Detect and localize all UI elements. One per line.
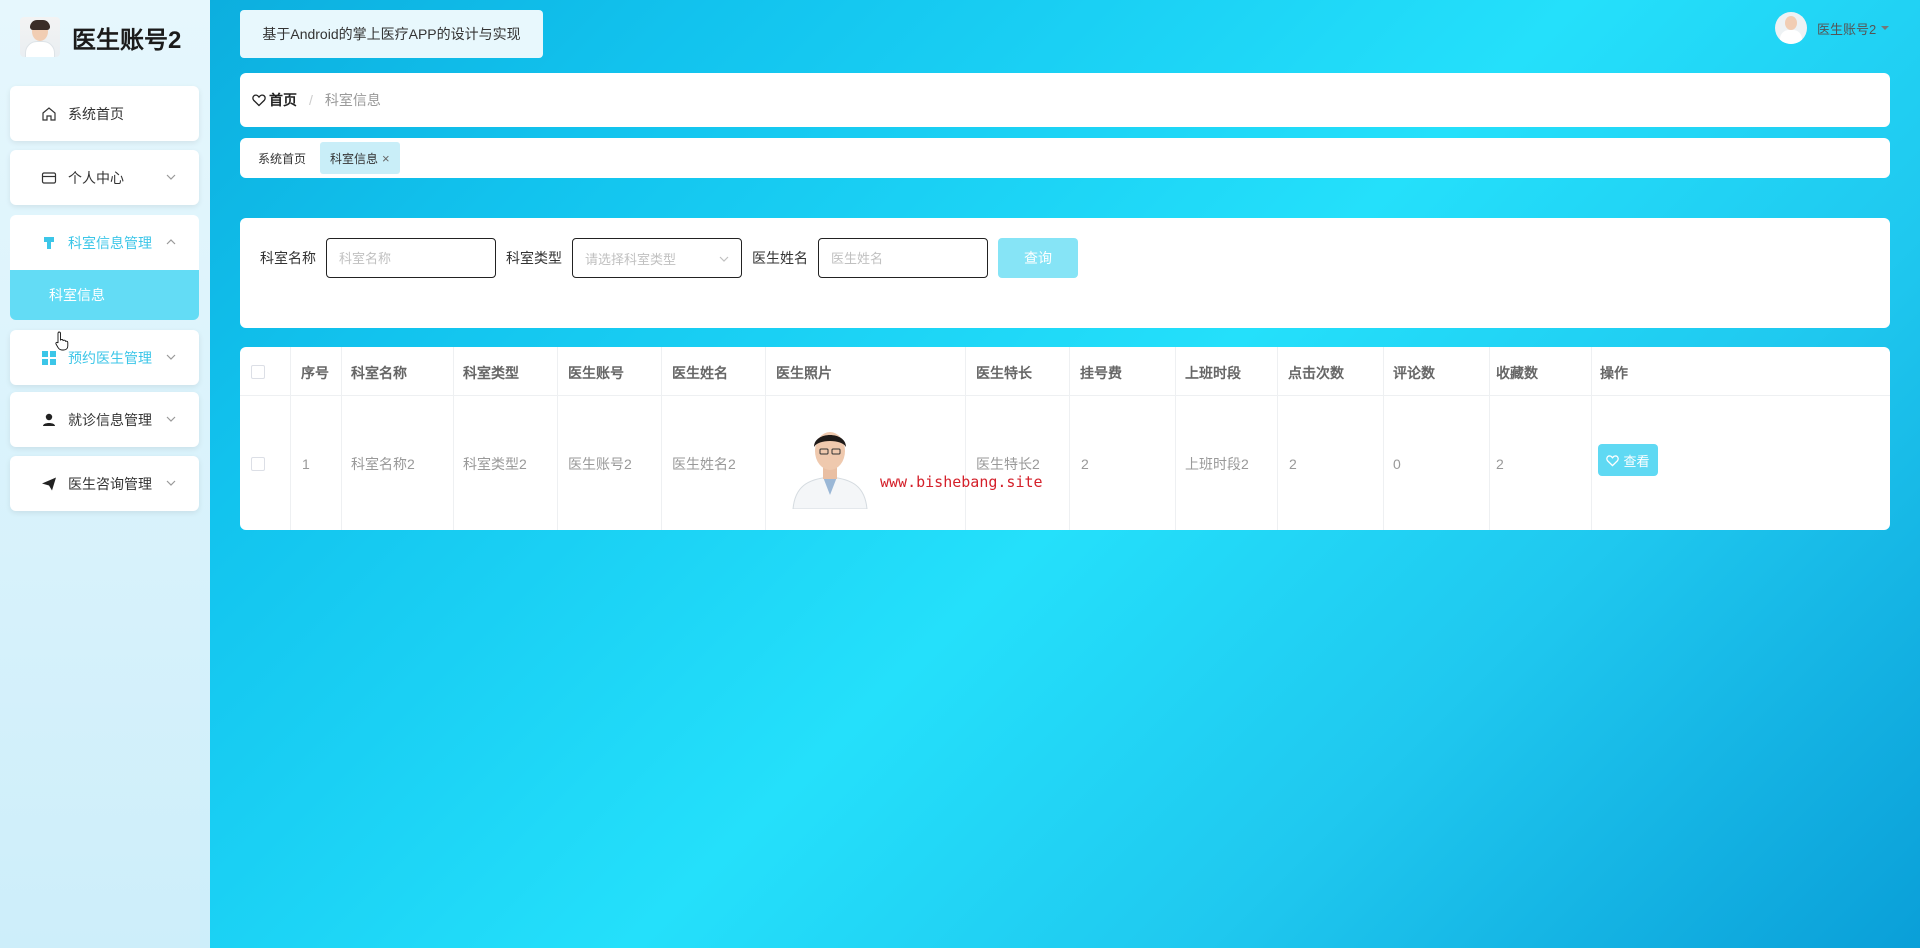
column-header: 序号 — [301, 365, 329, 381]
dept-name-label: 科室名称 — [260, 250, 316, 266]
brand: 医生账号2 — [20, 16, 181, 58]
column-header: 医生账号 — [568, 365, 624, 381]
heart-icon — [1606, 454, 1620, 467]
tabs-bar: 系统首页 科室信息 × — [240, 138, 1890, 178]
sidebar-item-profile[interactable]: 个人中心 — [10, 150, 199, 205]
chevron-down-icon — [166, 480, 176, 486]
user-name: 医生账号2 — [1817, 21, 1877, 37]
sidebar-item-home[interactable]: 系统首页 — [10, 86, 199, 141]
sidebar-item-label: 科室信息管理 — [68, 234, 152, 251]
column-header: 评论数 — [1393, 365, 1435, 381]
send-icon — [40, 475, 58, 493]
breadcrumb-current: 科室信息 — [324, 92, 381, 108]
tab-label: 系统首页 — [258, 151, 307, 166]
query-button[interactable]: 查询 — [998, 238, 1078, 278]
home-icon — [40, 105, 58, 123]
photo-watermark: www.bishebang.site — [880, 473, 1043, 491]
brand-avatar — [20, 17, 60, 57]
brand-title: 医生账号2 — [72, 26, 182, 54]
hospital-icon — [40, 234, 58, 252]
column-header: 操作 — [1600, 365, 1628, 381]
grid-icon — [40, 349, 58, 367]
hand-cursor-icon — [55, 331, 69, 351]
column-header: 点击次数 — [1288, 365, 1344, 381]
chevron-down-icon — [166, 174, 176, 180]
card-icon — [40, 169, 58, 187]
column-header: 医生照片 — [776, 365, 832, 381]
breadcrumb-home[interactable]: 首页 — [252, 90, 297, 110]
chevron-down-icon — [166, 354, 176, 360]
breadcrumb-home-label: 首页 — [269, 92, 297, 108]
doctor-name-input[interactable] — [818, 238, 988, 278]
sidebar-item-consult[interactable]: 医生咨询管理 — [10, 456, 199, 511]
row-checkbox[interactable] — [251, 457, 265, 471]
sidebar-subitem-dept-info[interactable]: 科室信息 — [10, 270, 199, 320]
cell-fee: 2 — [1081, 456, 1089, 472]
user-avatar — [1775, 12, 1807, 44]
cell-shift: 上班时段2 — [1185, 456, 1249, 472]
user-icon — [40, 411, 58, 429]
close-icon[interactable]: × — [382, 151, 390, 166]
cell-doctor-name: 医生姓名2 — [672, 456, 736, 472]
cell-dept-name: 科室名称2 — [351, 456, 415, 472]
dept-type-select[interactable]: 请选择科室类型 — [572, 238, 742, 278]
sidebar-item-label: 医生咨询管理 — [68, 475, 152, 492]
dept-name-input[interactable] — [326, 238, 496, 278]
chevron-down-icon — [166, 416, 176, 422]
dept-type-placeholder: 请选择科室类型 — [585, 251, 677, 267]
sidebar-item-appointment[interactable]: 预约医生管理 — [10, 330, 199, 385]
heart-icon — [252, 94, 266, 107]
sidebar-item-label: 预约医生管理 — [68, 349, 152, 366]
doctor-photo — [785, 417, 875, 509]
sidebar-item-label: 就诊信息管理 — [68, 411, 152, 428]
select-all-checkbox[interactable] — [251, 365, 265, 379]
search-panel: 科室名称 科室类型 请选择科室类型 医生姓名 查询 — [240, 218, 1890, 328]
view-button-label: 查看 — [1623, 453, 1650, 469]
cell-specialty: 医生特长2 — [976, 456, 1040, 472]
chevron-down-icon — [719, 256, 729, 262]
cell-dept-type: 科室类型2 — [463, 456, 527, 472]
app-title: 基于Android的掌上医疗APP的设计与实现 — [240, 10, 543, 58]
column-header: 医生姓名 — [672, 365, 728, 381]
column-header: 挂号费 — [1080, 365, 1122, 381]
breadcrumb: 首页 / 科室信息 — [240, 73, 1890, 127]
column-header: 上班时段 — [1185, 365, 1241, 381]
sidebar-item-label: 个人中心 — [68, 169, 124, 186]
data-table: 序号 科室名称 科室类型 医生账号 医生姓名 医生照片 医生特长 挂号费 上班时… — [240, 347, 1890, 530]
cell-clicks: 2 — [1289, 456, 1297, 472]
cell-doctor-account: 医生账号2 — [568, 456, 632, 472]
chevron-up-icon — [166, 239, 176, 245]
sidebar-item-dept-mgmt[interactable]: 科室信息管理 — [10, 215, 199, 270]
caret-down-icon — [1881, 26, 1890, 30]
column-header: 医生特长 — [976, 365, 1032, 381]
cell-index: 1 — [302, 456, 310, 472]
sidebar-item-visit[interactable]: 就诊信息管理 — [10, 392, 199, 447]
column-header: 科室类型 — [463, 365, 519, 381]
header-divider — [240, 395, 1890, 396]
breadcrumb-separator: / — [309, 92, 313, 108]
tab-label: 科室信息 — [330, 151, 379, 166]
cell-comments: 0 — [1393, 456, 1401, 472]
column-header: 收藏数 — [1496, 365, 1538, 381]
tab-dept-info[interactable]: 科室信息 × — [320, 142, 400, 174]
view-button[interactable]: 查看 — [1598, 444, 1658, 476]
user-menu[interactable]: 医生账号2 — [1775, 12, 1890, 44]
dept-type-label: 科室类型 — [506, 250, 562, 266]
doctor-name-label: 医生姓名 — [752, 250, 808, 266]
tab-home[interactable]: 系统首页 — [248, 142, 316, 174]
cell-favorites: 2 — [1496, 456, 1504, 472]
sidebar: 医生账号2 系统首页 个人中心 科室信息管理 科室信息 预约医生管理 就诊信息管… — [0, 0, 210, 948]
column-header: 科室名称 — [351, 365, 407, 381]
sidebar-item-label: 系统首页 — [68, 105, 124, 122]
